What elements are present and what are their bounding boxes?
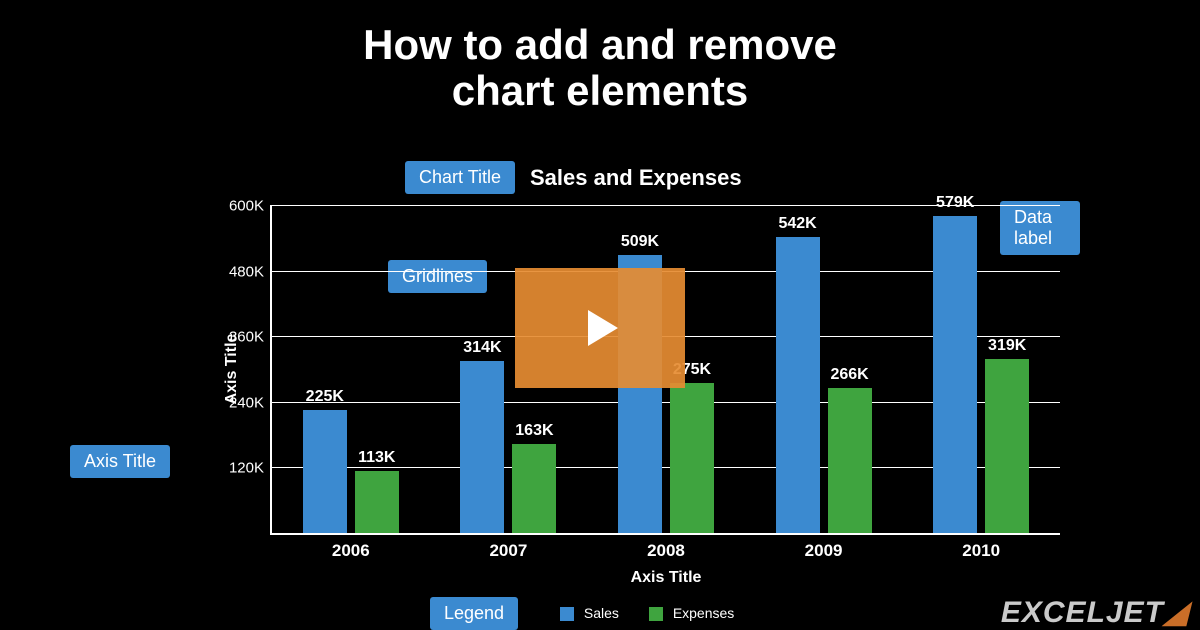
y-tick: 240K (229, 394, 264, 411)
title-line-1: How to add and remove (363, 21, 837, 68)
bar-expenses: 266K (828, 388, 872, 533)
x-axis-title: Axis Title (272, 569, 1060, 587)
data-label: 314K (460, 339, 504, 357)
y-tick: 120K (229, 460, 264, 477)
chart-title-text: Sales and Expenses (530, 165, 742, 191)
x-tick: 2007 (430, 541, 588, 561)
bar-sales: 225K (303, 410, 347, 533)
chart-container: Chart Title Sales and Expenses Gridlines… (210, 155, 1080, 625)
x-tick: 2009 (745, 541, 903, 561)
data-label: 579K (933, 194, 977, 212)
brand-logo: EXCELJET◢ (1001, 595, 1188, 630)
x-tick: 2008 (587, 541, 745, 561)
bar-expenses: 113K (355, 471, 399, 533)
callout-chart-title[interactable]: Chart Title (405, 161, 515, 194)
data-label: 163K (512, 422, 556, 440)
data-label: 542K (776, 215, 820, 233)
legend-swatch-sales (560, 607, 574, 621)
bar-group-2006: 225K 113K 2006 (272, 205, 430, 533)
legend-swatch-expenses (649, 607, 663, 621)
play-icon (570, 298, 630, 358)
bar-expenses: 275K (670, 383, 714, 533)
callout-axis-title[interactable]: Axis Title (70, 445, 170, 478)
data-label: 319K (985, 337, 1029, 355)
legend-item-expenses: Expenses (649, 605, 734, 621)
y-tick: 600K (229, 198, 264, 215)
data-label: 113K (355, 449, 399, 467)
y-tick: 360K (229, 329, 264, 346)
brand-text: EXCELJET (1001, 596, 1164, 629)
bar-sales: 314K (460, 361, 504, 533)
bar-group-2009: 542K 266K 2009 (745, 205, 903, 533)
legend: Sales Expenses (560, 605, 734, 621)
data-label: 225K (303, 388, 347, 406)
x-tick: 2006 (272, 541, 430, 561)
page-title: How to add and remove chart elements (0, 22, 1200, 114)
brand-accent-icon: ◢ (1164, 596, 1188, 629)
play-button[interactable] (515, 268, 685, 388)
title-line-2: chart elements (0, 68, 1200, 114)
x-tick: 2010 (902, 541, 1060, 561)
callout-legend[interactable]: Legend (430, 597, 518, 630)
legend-item-sales: Sales (560, 605, 619, 621)
y-tick: 480K (229, 263, 264, 280)
data-label: 509K (618, 233, 662, 251)
bar-expenses: 163K (512, 444, 556, 533)
data-label: 266K (828, 366, 872, 384)
bar-sales: 542K (776, 237, 820, 533)
legend-label-expenses: Expenses (673, 605, 734, 621)
bar-sales: 579K (933, 216, 977, 533)
legend-label-sales: Sales (584, 605, 619, 621)
bar-group-2010: 579K 319K 2010 (902, 205, 1060, 533)
bar-expenses: 319K (985, 359, 1029, 533)
